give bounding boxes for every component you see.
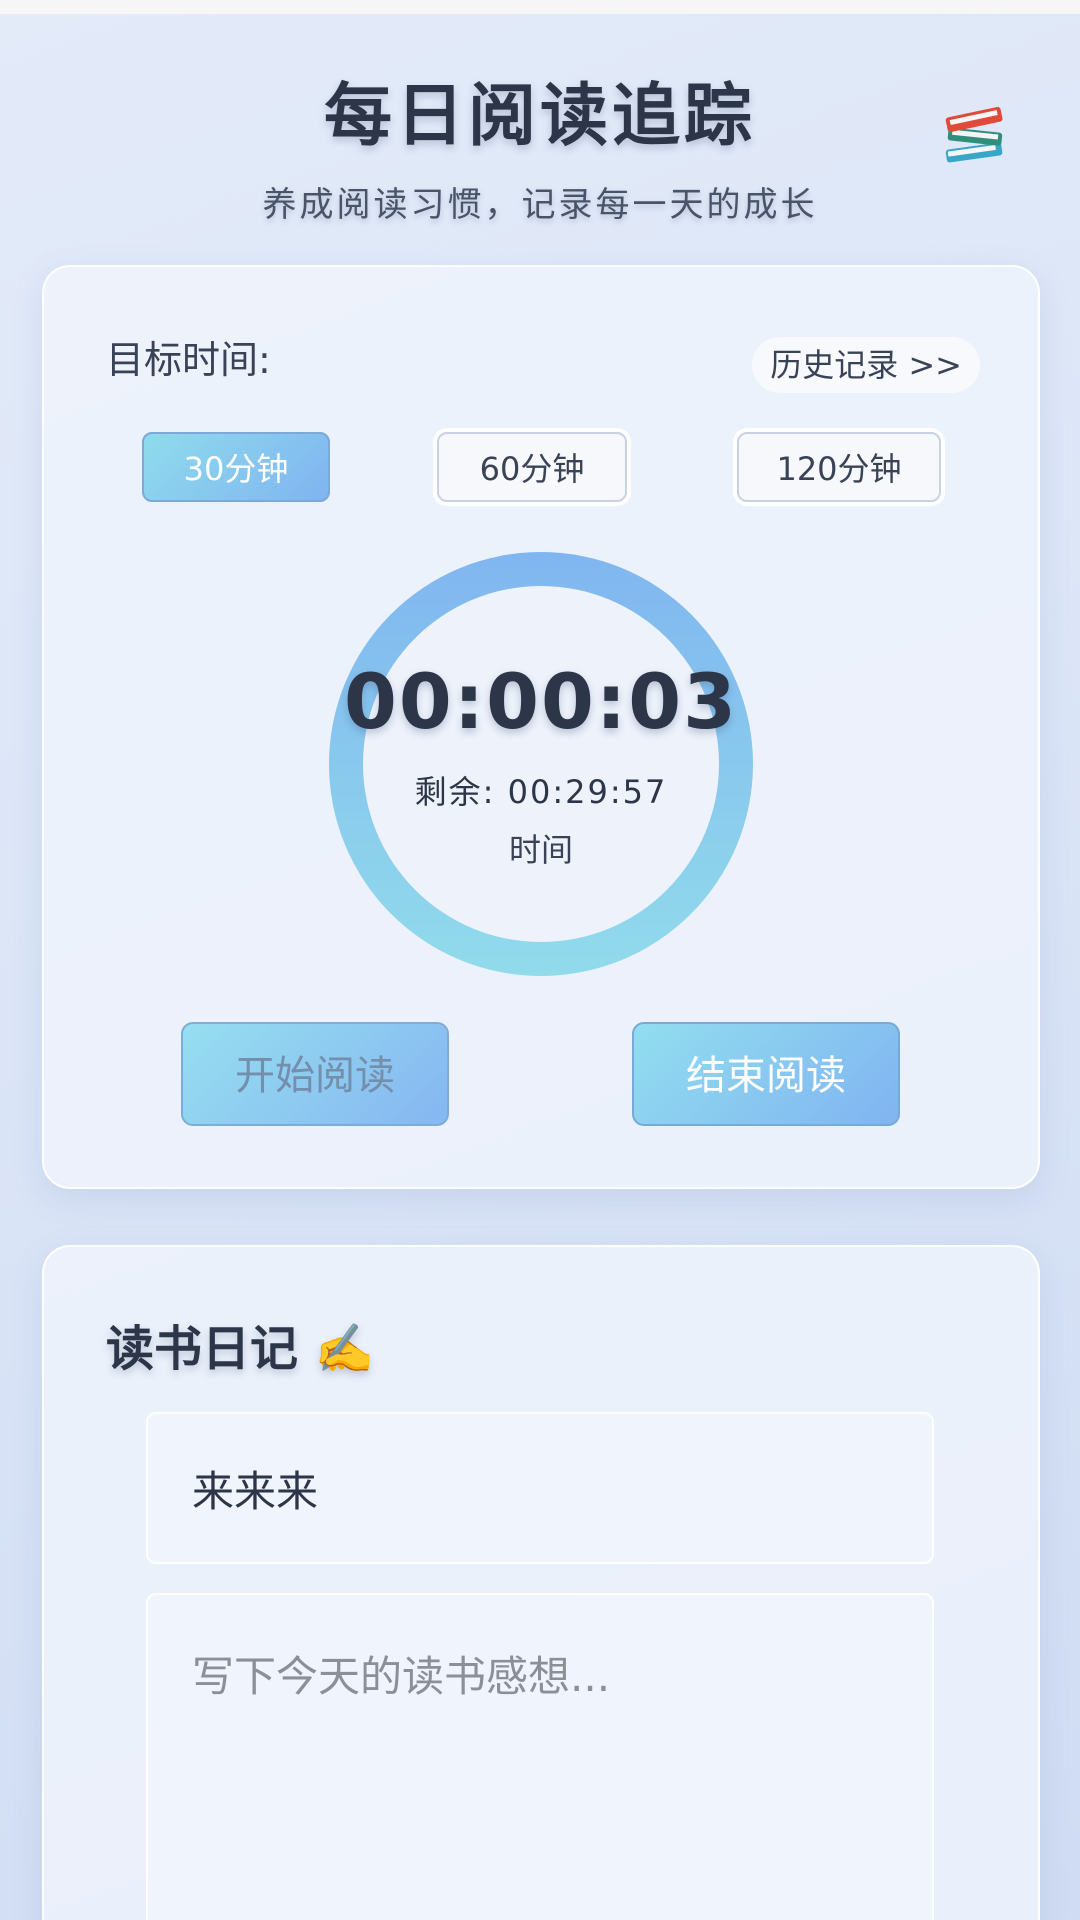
goal-time-label: 目标时间: [106, 338, 271, 382]
page-header: 每日阅读追踪 养成阅读习惯，记录每一天的成长 [0, 60, 1080, 226]
diary-title: 读书日记 ✍️ [106, 1309, 375, 1379]
end-reading-button[interactable]: 结束阅读 [632, 1022, 900, 1126]
start-reading-button[interactable]: 开始阅读 [181, 1022, 449, 1126]
progress-ring [329, 552, 753, 976]
page-title: 每日阅读追踪 [323, 77, 756, 156]
writing-hand-icon: ✍️ [314, 1321, 375, 1377]
book-title-input[interactable] [146, 1412, 934, 1564]
remaining-value: 00:29:57 [507, 773, 668, 811]
page-subtitle: 养成阅读习惯，记录每一天的成长 [262, 185, 818, 225]
remaining-label: 剩余: [414, 773, 496, 811]
goal-120-button[interactable]: 120分钟 [737, 432, 941, 502]
diary-card: 读书日记 ✍️ [42, 1245, 1040, 1920]
timer-card: 目标时间: 历史记录 >> 30分钟 60分钟 120分钟 00:00:03 剩… [42, 265, 1040, 1189]
remaining-suffix: 时间 [508, 831, 573, 869]
status-bar [0, 0, 1080, 14]
remaining-time-row: 剩余: 00:29:57 [44, 767, 1038, 813]
goal-60-button[interactable]: 60分钟 [437, 432, 627, 502]
goal-30-button[interactable]: 30分钟 [142, 432, 330, 502]
elapsed-time: 00:00:03 [343, 657, 739, 746]
progress-ring-inner [363, 586, 719, 942]
diary-title-text: 读书日记 [106, 1321, 299, 1377]
books-icon [945, 106, 1003, 163]
history-link[interactable]: 历史记录 >> [752, 337, 980, 393]
notes-textarea[interactable] [146, 1593, 934, 1920]
